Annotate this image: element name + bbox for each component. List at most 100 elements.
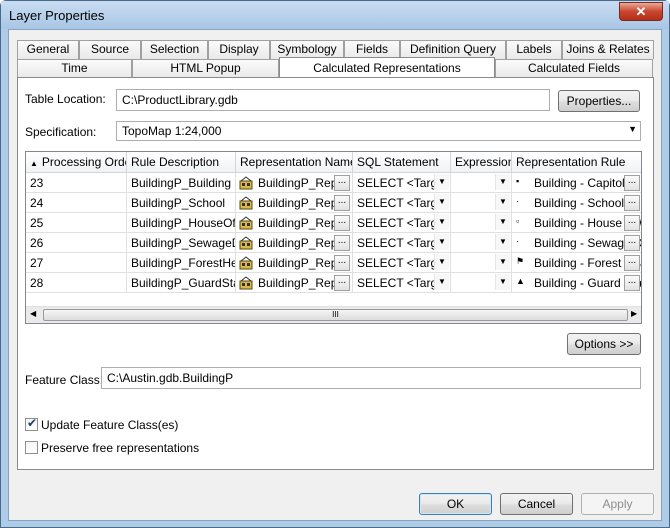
cell-order[interactable]: 24 bbox=[26, 193, 127, 213]
scroll-left-icon[interactable]: ◀ bbox=[30, 309, 36, 318]
cell-desc[interactable]: BuildingP_GuardStatio bbox=[127, 273, 236, 293]
specification-dropdown[interactable]: TopoMap 1:24,000 ▼ bbox=[116, 121, 641, 141]
tab-html-popup[interactable]: HTML Popup bbox=[132, 59, 279, 78]
properties-button[interactable]: Properties... bbox=[558, 90, 640, 112]
chevron-down-icon[interactable]: ▼ bbox=[434, 254, 449, 270]
cell-rule[interactable]: ⚑ Building - Forest Hea... bbox=[512, 253, 641, 273]
chevron-down-icon[interactable]: ▼ bbox=[495, 174, 510, 190]
ellipsis-button[interactable]: ... bbox=[334, 275, 350, 291]
chevron-down-icon[interactable]: ▼ bbox=[434, 234, 449, 250]
cell-desc[interactable]: BuildingP_ForestHead bbox=[127, 253, 236, 273]
ellipsis-button[interactable]: ... bbox=[334, 235, 350, 251]
chevron-down-icon[interactable]: ▼ bbox=[434, 194, 449, 210]
tab-time[interactable]: Time bbox=[17, 59, 132, 78]
chevron-down-icon[interactable]: ▼ bbox=[434, 274, 449, 290]
column-header-rule-description[interactable]: Rule Description bbox=[127, 152, 236, 173]
cell-rep[interactable]: BuildingP_Rep... bbox=[236, 173, 353, 193]
cell-sql[interactable]: SELECT <Targe ▼ bbox=[353, 253, 451, 273]
cell-expr[interactable]: ▼ bbox=[451, 253, 512, 273]
cell-rep[interactable]: BuildingP_Rep... bbox=[236, 213, 353, 233]
column-header-representation-name[interactable]: Representation Name bbox=[236, 152, 353, 173]
tab-calculated-fields[interactable]: Calculated Fields bbox=[495, 59, 653, 78]
cell-expr[interactable]: ▼ bbox=[451, 273, 512, 293]
options-button[interactable]: Options >> bbox=[567, 333, 641, 355]
ellipsis-button[interactable]: ... bbox=[624, 215, 640, 231]
calculated-representations-grid[interactable]: ▲ Processing Order Rule Description Repre… bbox=[25, 151, 642, 324]
feature-class-field[interactable]: C:\Austin.gdb.BuildingP bbox=[101, 367, 641, 389]
tab-labels[interactable]: Labels bbox=[506, 40, 562, 59]
cell-desc[interactable]: BuildingP_HouseOfWo bbox=[127, 213, 236, 233]
cell-rule[interactable]: · Building - Sewage D... bbox=[512, 233, 641, 253]
cell-rule[interactable]: ▪ Building - Capitol... bbox=[512, 173, 641, 193]
cell-sql[interactable]: SELECT <Targe ▼ bbox=[353, 273, 451, 293]
cell-text: BuildingP_Rep bbox=[258, 256, 338, 270]
column-header-representation-rule[interactable]: Representation Rule bbox=[512, 152, 641, 173]
tab-calculated-representations[interactable]: Calculated Representations bbox=[279, 57, 495, 78]
cell-desc[interactable]: BuildingP_SewageDis bbox=[127, 233, 236, 253]
ellipsis-button[interactable]: ... bbox=[334, 195, 350, 211]
chevron-down-icon[interactable]: ▼ bbox=[434, 214, 449, 230]
scroll-right-icon[interactable]: ▶ bbox=[631, 309, 637, 318]
preserve-free-representations-label[interactable]: Preserve free representations bbox=[41, 441, 199, 455]
title-bar[interactable]: Layer Properties ✕ bbox=[1, 1, 669, 29]
cell-expr[interactable]: ▼ bbox=[451, 173, 512, 193]
cell-sql[interactable]: SELECT <Targe ▼ bbox=[353, 193, 451, 213]
table-location-label: Table Location: bbox=[25, 92, 106, 106]
chevron-down-icon[interactable]: ▼ bbox=[495, 254, 510, 270]
cell-sql[interactable]: SELECT <Targe ▼ bbox=[353, 173, 451, 193]
cell-rule[interactable]: ▲ Building - Guard Sta... bbox=[512, 273, 641, 293]
cell-sql[interactable]: SELECT <Targe ▼ bbox=[353, 233, 451, 253]
cell-expr[interactable]: ▼ bbox=[451, 233, 512, 253]
cell-desc[interactable]: BuildingP_School bbox=[127, 193, 236, 213]
cell-desc[interactable]: BuildingP_Building bbox=[127, 173, 236, 193]
ellipsis-button[interactable]: ... bbox=[624, 175, 640, 191]
update-feature-class-label[interactable]: Update Feature Class(es) bbox=[41, 418, 178, 432]
column-header-sql-statement[interactable]: SQL Statement bbox=[353, 152, 451, 173]
chevron-down-icon[interactable]: ▼ bbox=[495, 234, 510, 250]
ellipsis-button[interactable]: ... bbox=[624, 275, 640, 291]
chevron-down-icon: ▼ bbox=[628, 124, 637, 134]
cell-rep[interactable]: BuildingP_Rep... bbox=[236, 273, 353, 293]
close-button[interactable]: ✕ bbox=[619, 2, 663, 21]
cell-rule[interactable]: · Building - School... bbox=[512, 193, 641, 213]
cell-rep[interactable]: BuildingP_Rep... bbox=[236, 233, 353, 253]
ellipsis-button[interactable]: ... bbox=[334, 215, 350, 231]
chevron-down-icon[interactable]: ▼ bbox=[495, 274, 510, 290]
tab-general[interactable]: General bbox=[17, 40, 79, 59]
chevron-down-icon[interactable]: ▼ bbox=[434, 174, 449, 190]
feature-class-label: Feature Class: bbox=[25, 373, 104, 387]
column-header-expression[interactable]: Expression bbox=[451, 152, 512, 173]
cancel-button[interactable]: Cancel bbox=[500, 493, 573, 515]
scroll-thumb[interactable]: III bbox=[43, 309, 628, 321]
horizontal-scrollbar[interactable]: ◀ III ▶ bbox=[26, 306, 641, 323]
tab-joins-relates[interactable]: Joins & Relates bbox=[562, 40, 654, 59]
ellipsis-button[interactable]: ... bbox=[334, 175, 350, 191]
cell-rep[interactable]: BuildingP_Rep... bbox=[236, 193, 353, 213]
preserve-free-representations-checkbox[interactable] bbox=[25, 441, 38, 454]
cell-rule[interactable]: ▫ Building - House of W... bbox=[512, 213, 641, 233]
tab-display[interactable]: Display bbox=[208, 40, 270, 59]
cell-order[interactable]: 25 bbox=[26, 213, 127, 233]
cell-rep[interactable]: BuildingP_Rep... bbox=[236, 253, 353, 273]
cell-expr[interactable]: ▼ bbox=[451, 193, 512, 213]
chevron-down-icon[interactable]: ▼ bbox=[495, 194, 510, 210]
tab-selection[interactable]: Selection bbox=[141, 40, 208, 59]
ellipsis-button[interactable]: ... bbox=[334, 255, 350, 271]
chevron-down-icon[interactable]: ▼ bbox=[495, 214, 510, 230]
table-location-field[interactable]: C:\ProductLibrary.gdb bbox=[116, 89, 550, 111]
ellipsis-button[interactable]: ... bbox=[624, 195, 640, 211]
cell-expr[interactable]: ▼ bbox=[451, 213, 512, 233]
apply-button[interactable]: Apply bbox=[581, 493, 654, 515]
ellipsis-button[interactable]: ... bbox=[624, 235, 640, 251]
ellipsis-button[interactable]: ... bbox=[624, 255, 640, 271]
tab-source[interactable]: Source bbox=[79, 40, 141, 59]
cell-order[interactable]: 26 bbox=[26, 233, 127, 253]
cell-order[interactable]: 23 bbox=[26, 173, 127, 193]
cell-text: BuildingP_Rep bbox=[258, 276, 338, 290]
cell-order[interactable]: 27 bbox=[26, 253, 127, 273]
cell-order[interactable]: 28 bbox=[26, 273, 127, 293]
cell-sql[interactable]: SELECT <Targe ▼ bbox=[353, 213, 451, 233]
update-feature-class-checkbox[interactable]: ✔ bbox=[25, 416, 38, 431]
ok-button[interactable]: OK bbox=[419, 493, 492, 515]
column-header-processing-order[interactable]: ▲ Processing Order bbox=[26, 152, 127, 173]
